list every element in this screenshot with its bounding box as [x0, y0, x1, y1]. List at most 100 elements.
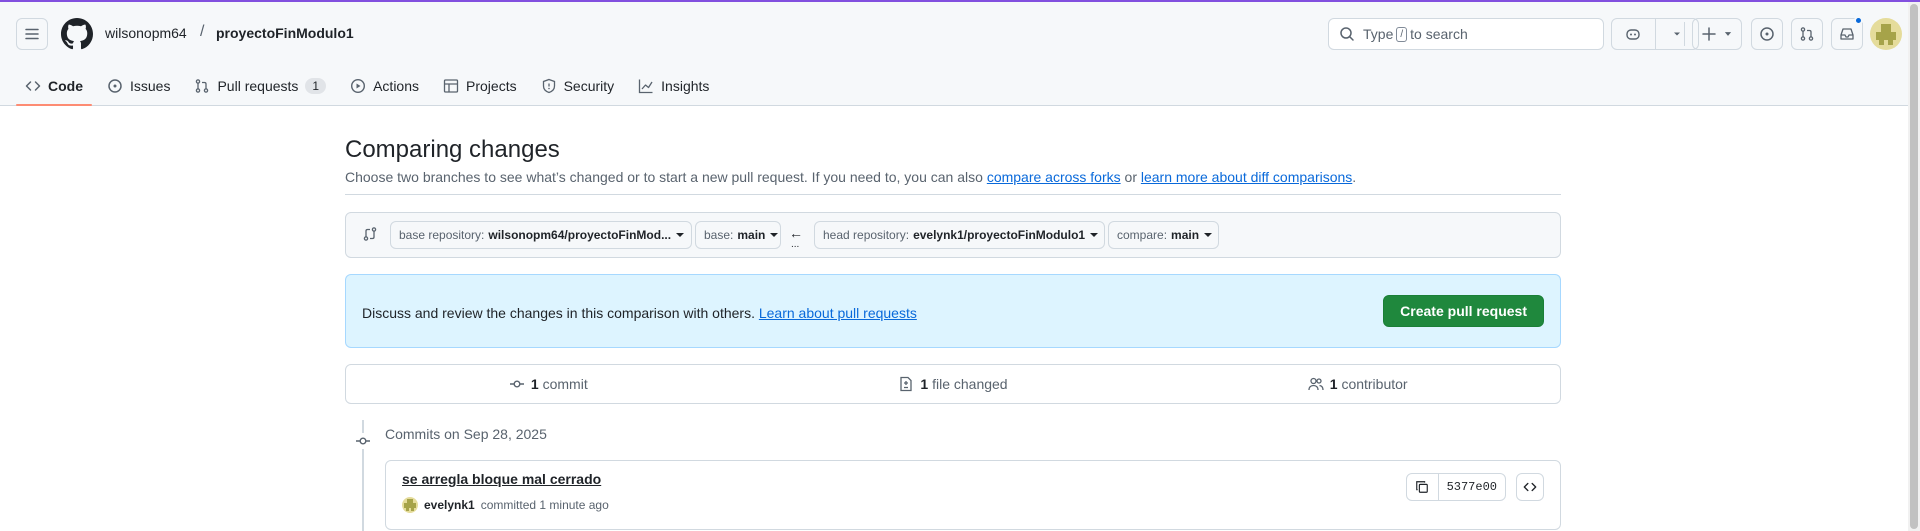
tab-label: Actions	[373, 78, 420, 94]
pull-requests-counter: 1	[305, 78, 327, 94]
learn-about-pull-requests-link[interactable]: Learn about pull requests	[759, 305, 917, 321]
header-divider	[1684, 22, 1685, 46]
git-pull-request-icon	[196, 79, 209, 93]
tab-label: Security	[563, 78, 615, 94]
breadcrumb-owner[interactable]: wilsonopm64	[105, 25, 187, 41]
tab-issues[interactable]: Issues	[98, 66, 179, 106]
issues-button[interactable]	[1751, 18, 1783, 50]
user-avatar[interactable]	[1870, 18, 1902, 50]
compare-across-forks-link[interactable]: compare across forks	[987, 169, 1121, 185]
search-shortcut-key: /	[1396, 26, 1408, 42]
page-scrollbar[interactable]	[1908, 2, 1920, 531]
commits-date-heading: Commits on Sep 28, 2025	[385, 426, 547, 442]
base-repository-value: wilsonopm64/proyectoFinMod...	[488, 228, 672, 242]
commit-author[interactable]: evelynk1	[424, 498, 475, 512]
table-icon	[443, 79, 459, 93]
tab-security[interactable]: Security	[532, 66, 624, 106]
inbox-icon	[1840, 28, 1854, 40]
caret-down-icon	[676, 233, 685, 237]
commit-message-link[interactable]: se arregla bloque mal cerrado	[402, 471, 601, 487]
search-prefix: Type	[1363, 26, 1394, 42]
copilot-icon	[1626, 29, 1640, 40]
caret-down-icon	[1204, 233, 1213, 237]
divider	[345, 194, 1561, 195]
base-repository-label: base repository:	[399, 228, 485, 242]
commits-summary[interactable]: 1 commit	[346, 365, 751, 403]
contributors-summary[interactable]: 1 contributor	[1155, 365, 1560, 403]
play-icon	[351, 78, 366, 94]
tab-actions[interactable]: Actions	[341, 66, 428, 106]
git-commit-icon	[509, 380, 524, 388]
page-title: Comparing changes	[345, 136, 560, 163]
base-repository-select[interactable]: base repository: wilsonopm64/proyectoFinM…	[390, 221, 692, 249]
head-repository-select[interactable]: head repository: evelynk1/proyectoFinModu…	[814, 221, 1105, 249]
contributors-count: 1	[1329, 376, 1338, 392]
github-logo-icon[interactable]	[61, 18, 93, 50]
subtitle-period: .	[1352, 169, 1357, 185]
page-subtitle: Choose two branches to see what’s change…	[345, 169, 1356, 185]
caret-down-icon	[770, 233, 779, 237]
compare-summary: 1 commit 1 file changed 1 contributor	[345, 364, 1561, 404]
search-input[interactable]: Type / to search	[1328, 18, 1604, 50]
files-label: file changed	[932, 376, 1008, 392]
header-top-row: wilsonopm64 / proyectoFinModulo1 Type / …	[16, 16, 1902, 52]
copy-sha-button[interactable]	[1407, 474, 1439, 500]
search-icon	[1340, 27, 1354, 41]
pull-requests-button[interactable]	[1791, 18, 1823, 50]
copilot-button-group	[1611, 18, 1699, 50]
tab-projects[interactable]: Projects	[434, 66, 526, 106]
flash-text: Discuss and review the changes in this c…	[362, 305, 755, 321]
commit-sha-group: 5377e00	[1405, 473, 1506, 501]
triangle-down-icon	[1673, 32, 1680, 36]
copy-icon	[1416, 481, 1428, 493]
tab-label: Code	[48, 78, 83, 94]
files-summary[interactable]: 1 file changed	[751, 365, 1156, 403]
breadcrumb-separator: /	[200, 23, 205, 40]
base-branch-label: base:	[704, 228, 734, 242]
compare-branch-value: main	[1171, 228, 1200, 242]
shield-icon	[542, 78, 555, 94]
author-avatar[interactable]	[402, 497, 418, 513]
tab-code[interactable]: Code	[16, 66, 92, 106]
browse-repository-button[interactable]	[1516, 473, 1544, 501]
contributors-label: contributor	[1341, 376, 1408, 392]
tab-pull-requests[interactable]: Pull requests 1	[185, 66, 335, 106]
subtitle-text: Choose two branches to see what’s change…	[345, 169, 983, 185]
create-new-button[interactable]	[1692, 18, 1742, 50]
breadcrumb-repo[interactable]: proyectoFinModulo1	[216, 25, 354, 41]
compare-range-editor: base repository: wilsonopm64/proyectoFinM…	[345, 212, 1561, 258]
tab-insights[interactable]: Insights	[629, 66, 718, 106]
people-icon	[1308, 377, 1324, 391]
notification-dot	[1854, 16, 1863, 25]
timeline-commit-icon	[351, 433, 375, 449]
hamburger-icon	[25, 28, 39, 40]
commit-author-line: evelynk1 committed 1 minute ago	[402, 497, 609, 513]
tab-label: Pull requests	[217, 78, 299, 94]
caret-down-icon	[1090, 233, 1099, 237]
repo-nav-tabs: Code Issues Pull requests 1 Actions Proj…	[16, 66, 724, 106]
learn-diff-link[interactable]: learn more about diff comparisons	[1141, 169, 1352, 185]
commit-sha-link[interactable]: 5377e00	[1439, 474, 1505, 500]
issue-opened-icon	[1760, 27, 1774, 41]
issue-opened-icon	[108, 79, 122, 93]
scrollbar-thumb[interactable]	[1910, 4, 1918, 529]
code-icon	[25, 81, 41, 91]
create-pull-request-button[interactable]: Create pull request	[1383, 295, 1544, 327]
base-branch-select[interactable]: base: main	[695, 221, 781, 249]
search-suffix: to search	[1410, 26, 1468, 42]
file-diff-icon	[900, 376, 913, 392]
menu-button[interactable]	[16, 18, 48, 50]
compare-branch-label: compare:	[1117, 228, 1168, 242]
repo-header: wilsonopm64 / proyectoFinModulo1 Type / …	[0, 2, 1908, 106]
compare-branch-select[interactable]: compare: main	[1108, 221, 1219, 249]
copilot-button[interactable]	[1612, 19, 1656, 49]
files-count: 1	[920, 376, 929, 392]
inbox-button[interactable]	[1831, 16, 1863, 50]
subtitle-or: or	[1124, 169, 1137, 185]
triangle-down-icon	[1724, 32, 1732, 36]
plus-icon	[1702, 27, 1716, 41]
commits-label: commit	[542, 376, 588, 392]
code-icon	[1523, 482, 1537, 492]
tab-label: Insights	[661, 78, 710, 94]
tab-label: Projects	[466, 78, 517, 94]
